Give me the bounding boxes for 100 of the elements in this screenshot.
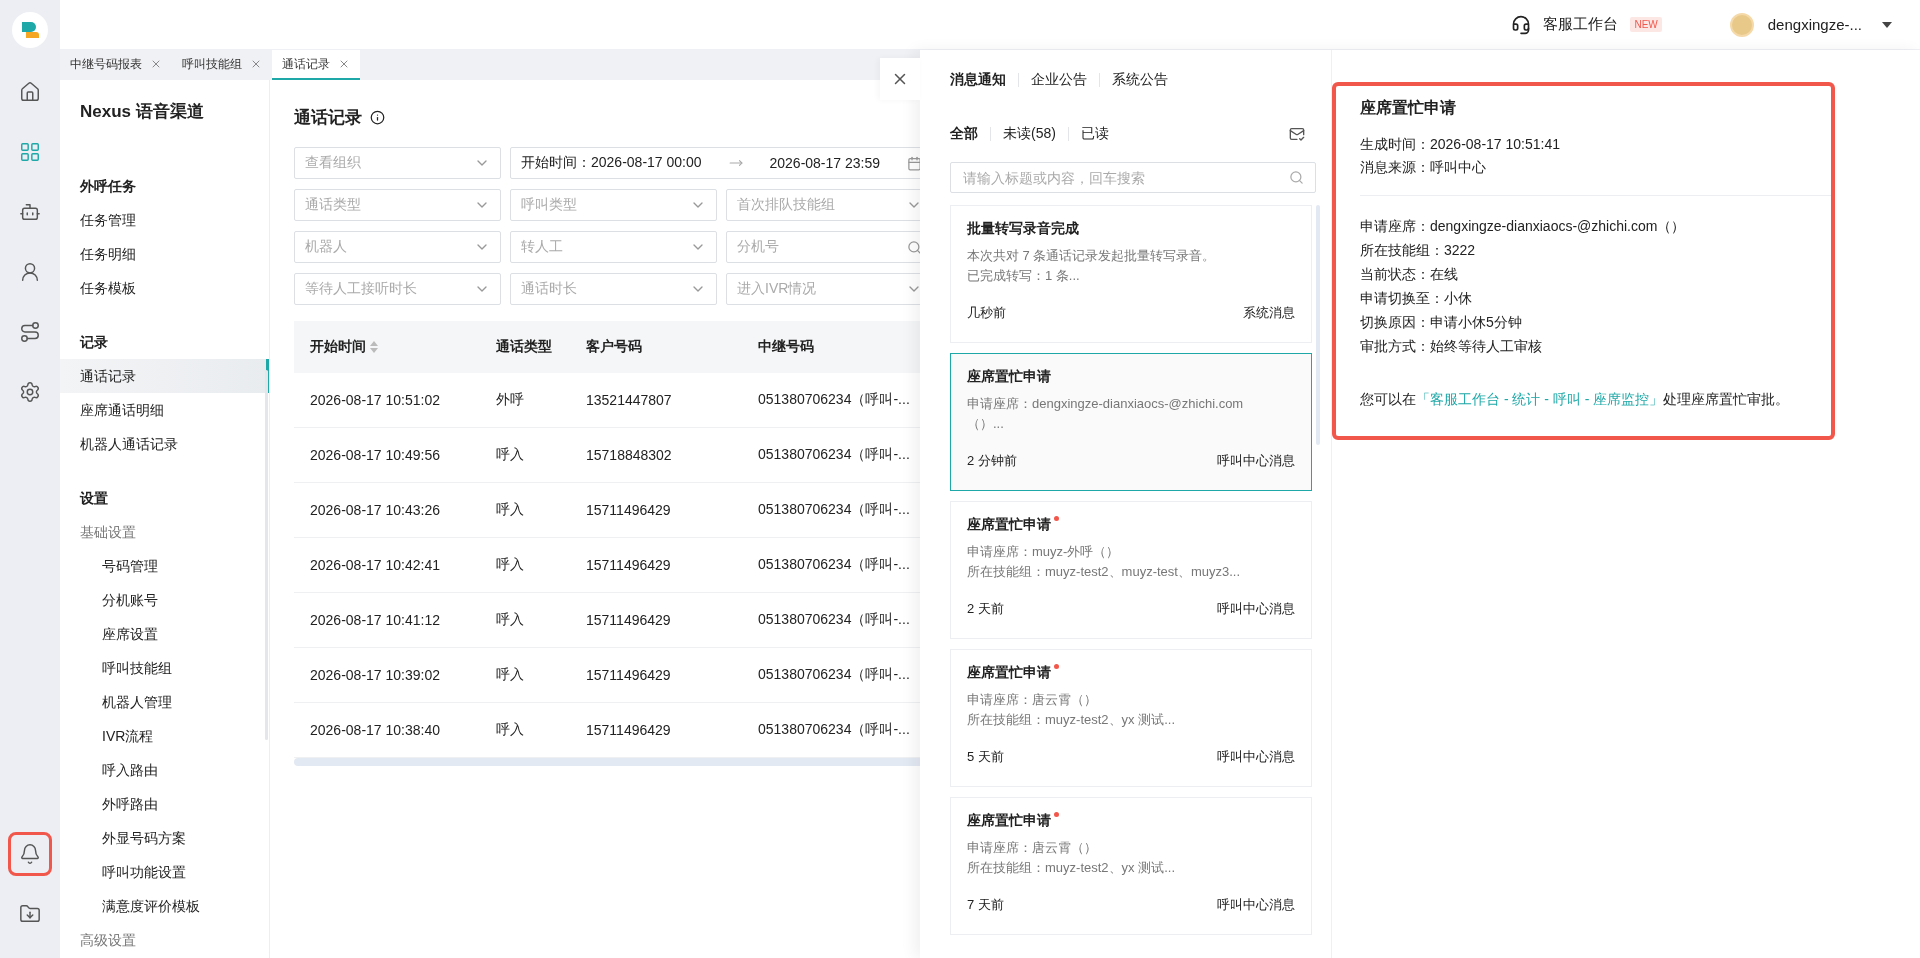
close-icon[interactable] [338, 58, 350, 70]
message-title: 座席置忙申请 [967, 516, 1051, 534]
table-cell-text: 051380706234（呼叫-... [758, 721, 911, 739]
nav-item[interactable]: 号码管理 [60, 549, 269, 583]
nav-item[interactable]: 任务模板 [60, 271, 269, 305]
nav-item[interactable]: 满意度评价模板 [60, 889, 269, 923]
filter-tab[interactable]: 已读 [1080, 125, 1109, 143]
close-icon[interactable] [150, 58, 162, 70]
mark-read-icon[interactable] [1289, 126, 1305, 142]
table-cell-text: 051380706234（呼叫-... [758, 556, 911, 574]
new-badge: NEW [1630, 17, 1662, 32]
route-icon [19, 321, 41, 343]
column-header: 客户号码 [586, 338, 642, 356]
message-time: 2 分钟前 [967, 452, 1017, 470]
nav-item[interactable]: 机器人管理 [60, 685, 269, 719]
nav-title: Nexus 语音渠道 [79, 101, 205, 123]
detail-field: 切换原因：申请小休5分钟 [1360, 310, 1831, 334]
table-cell-text: 051380706234（呼叫-... [758, 611, 911, 629]
nav-heading: 设置 [78, 489, 109, 508]
message-text: 申请座席：dengxingze-dianxiaocs-@zhichi.com [967, 395, 1245, 413]
message-time: 5 天前 [967, 748, 1004, 766]
nav-item[interactable]: 外显号码方案 [60, 821, 269, 855]
close-button[interactable] [880, 58, 920, 100]
table-cell-text: 呼入 [496, 501, 525, 519]
nav-item[interactable]: 座席通话明细 [60, 393, 269, 427]
message-card[interactable]: 座席置忙申请 申请座席：唐云霄（） 所在技能组：muyz-test2、yx 测试... 7 天前 呼叫中心消息 [950, 797, 1312, 935]
detail-field: 当前状态：在线 [1360, 262, 1831, 286]
nav-item[interactable]: 机器人通话记录 [60, 427, 269, 461]
nav-item[interactable]: 分机账号 [60, 583, 269, 617]
message-source: 呼叫中心消息 [1217, 896, 1295, 914]
search-icon [907, 239, 920, 255]
filter-tab[interactable]: 未读(58) [1003, 125, 1056, 143]
workbench-link[interactable]: 客服工作台 [1539, 15, 1623, 34]
nav-item[interactable]: 座席设置 [60, 617, 269, 651]
table-cell-text: 呼入 [496, 721, 525, 739]
message-time: 几秒前 [967, 304, 1006, 322]
message-text: （）... [967, 415, 1005, 433]
scrollbar[interactable] [294, 758, 920, 766]
info-icon[interactable] [370, 110, 385, 125]
filter-tab[interactable]: 全部 [950, 125, 978, 143]
drawer-tab[interactable]: 企业公告 [1031, 71, 1087, 89]
message-text: 所在技能组：muyz-test2、yx 测试... [967, 711, 1177, 729]
table-cell-text: 2026-08-17 10:42:41 [310, 557, 441, 573]
table-cell-text: 15711496429 [586, 612, 672, 628]
table-cell-text: 呼入 [496, 446, 525, 464]
drawer-tab[interactable]: 消息通知 [950, 71, 1006, 89]
date-range-field[interactable]: 开始时间：2026-08-17 00:00 2026-08-17 23:59 [510, 147, 920, 179]
message-source: 呼叫中心消息 [1217, 748, 1295, 766]
folder-download-icon [19, 903, 41, 925]
message-title: 座席置忙申请 [967, 368, 1051, 386]
nav-item[interactable]: 通话记录 [60, 359, 269, 393]
calendar-icon [907, 155, 920, 171]
table-cell-text: 外呼 [496, 391, 525, 409]
drawer-tab[interactable]: 系统公告 [1112, 71, 1168, 89]
nav-item[interactable]: 基础设置 [60, 515, 269, 549]
search-icon [1289, 170, 1304, 185]
table-cell-text: 15711496429 [586, 722, 672, 738]
nav-item[interactable]: 呼叫功能设置 [60, 855, 269, 889]
detail-title: 座席置忙申请 [1360, 98, 1457, 118]
nav-item[interactable]: 外呼路由 [60, 787, 269, 821]
table-cell-text: 2026-08-17 10:38:40 [310, 722, 441, 738]
table-cell-text: 2026-08-17 10:39:02 [310, 667, 441, 683]
table-cell-text: 15711496429 [586, 667, 672, 683]
message-title: 座席置忙申请 [967, 812, 1051, 830]
page-title: 通话记录 [294, 107, 362, 129]
user-name[interactable]: dengxingze-... [1767, 16, 1862, 33]
table-cell-text: 呼入 [496, 666, 525, 684]
page-tab[interactable]: 中继号码报表 [60, 50, 172, 80]
logo-icon[interactable] [12, 12, 48, 48]
message-card[interactable]: 座席置忙申请 申请座席：muyz-外呼（） 所在技能组：muyz-test2、muyz-test、muyz3... 2 天前 呼叫中心消息 [950, 501, 1312, 639]
column-header: 中继号码 [758, 338, 814, 356]
message-card[interactable]: 座席置忙申请 申请座席：唐云霄（） 所在技能组：muyz-test2、yx 测试... 5 天前 呼叫中心消息 [950, 649, 1312, 787]
message-text: 本次共对 7 条通话记录发起批量转写录音。 [967, 247, 1217, 265]
message-text: 所在技能组：muyz-test2、yx 测试... [967, 859, 1177, 877]
table-cell-text: 呼入 [496, 611, 525, 629]
message-source: 呼叫中心消息 [1217, 600, 1295, 618]
message-card[interactable]: 批量转写录音完成 本次共对 7 条通话记录发起批量转写录音。 已完成转写：1 条... 几秒前 系统消息 [950, 205, 1312, 343]
caret-icon[interactable] [1882, 21, 1892, 28]
nav-item[interactable]: 呼叫技能组 [60, 651, 269, 685]
page-tab[interactable]: 通话记录 [272, 50, 360, 80]
nav-item[interactable]: 高级设置 [60, 923, 269, 957]
nav-item[interactable]: 任务明细 [60, 237, 269, 271]
detail-field: 审批方式：始终等待人工审核 [1360, 334, 1831, 358]
table-cell-text: 15711496429 [586, 502, 672, 518]
home-icon [19, 81, 41, 103]
close-icon[interactable] [250, 58, 262, 70]
nav-item[interactable]: 呼入路由 [60, 753, 269, 787]
message-title: 批量转写录音完成 [967, 220, 1079, 238]
page-tab[interactable]: 呼叫技能组 [172, 50, 272, 80]
settings-icon [19, 381, 41, 403]
search-field[interactable]: 请输入标题或内容，回车搜索 [950, 162, 1316, 193]
message-text: 申请座席：muyz-外呼（） [967, 543, 1121, 561]
nav-item[interactable]: IVR流程 [60, 719, 269, 753]
headset-icon [1511, 14, 1532, 35]
message-card[interactable]: 座席置忙申请 申请座席：dengxingze-dianxiaocs-@zhichi.com （）... 2 分钟前 呼叫中心消息 [950, 353, 1312, 491]
nav-item[interactable]: 任务管理 [60, 203, 269, 237]
bell-button[interactable] [8, 832, 52, 876]
table-cell-text: 2026-08-17 10:43:26 [310, 502, 441, 518]
message-text: 申请座席：唐云霄（） [967, 691, 1098, 709]
table-cell-text: 051380706234（呼叫-... [758, 666, 911, 684]
